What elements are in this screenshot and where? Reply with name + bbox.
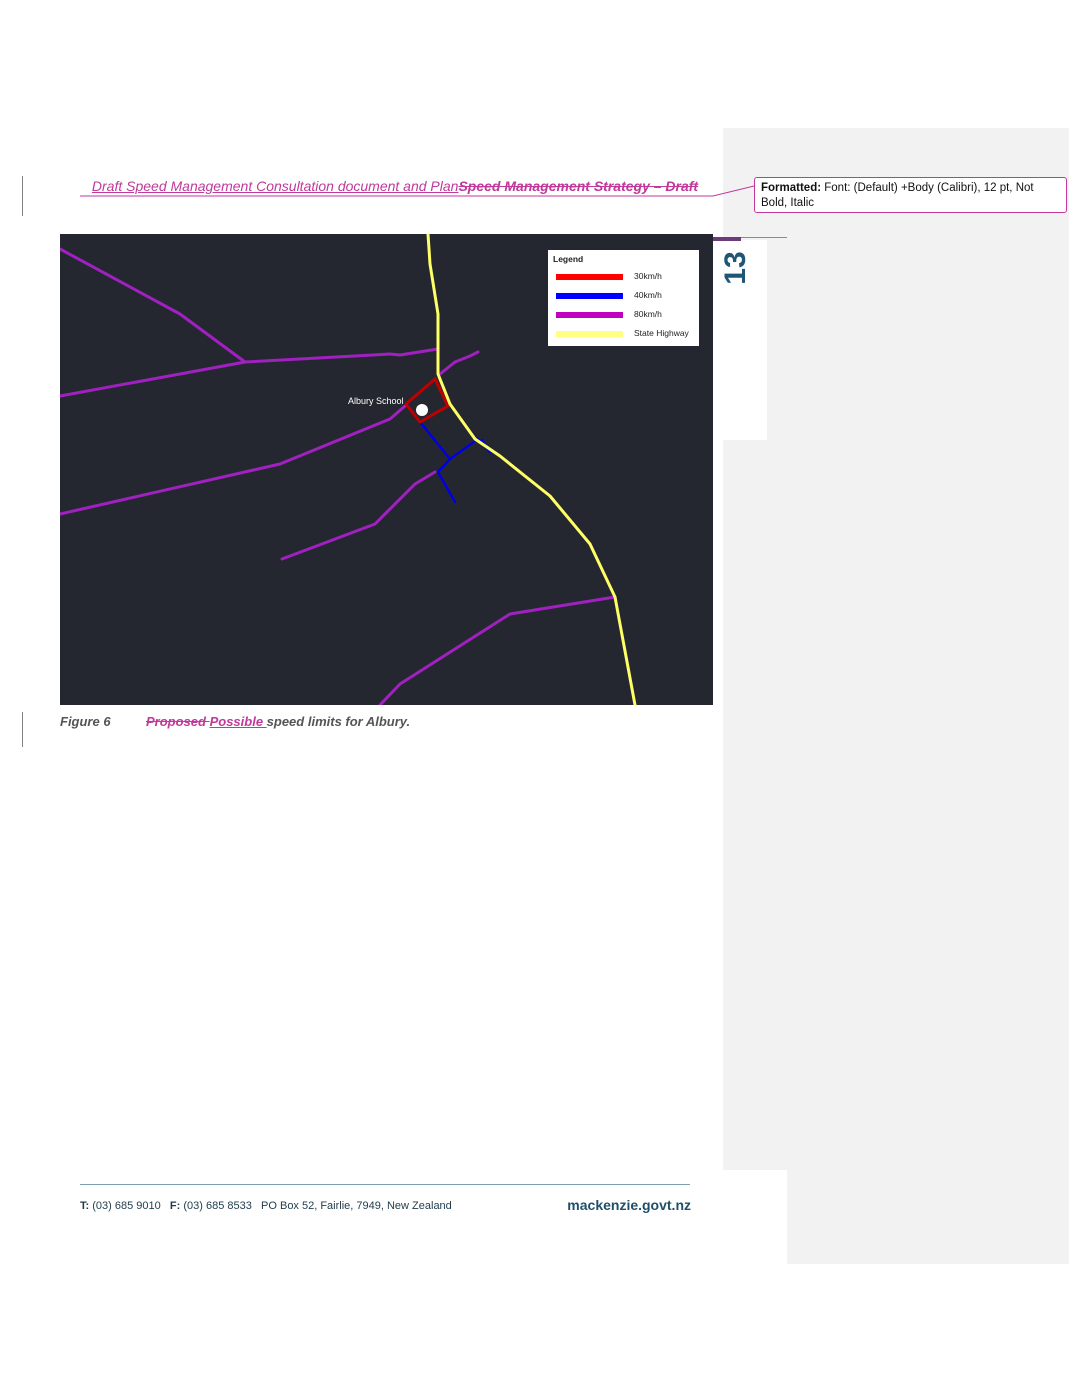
change-bar bbox=[22, 712, 23, 747]
footer-contact: T: (03) 685 9010 F: (03) 685 8533 PO Box… bbox=[80, 1200, 452, 1212]
caption-inserted-word: Possible bbox=[209, 714, 267, 729]
road-80kmh bbox=[438, 350, 480, 376]
phone-value: (03) 685 9010 bbox=[92, 1200, 161, 1212]
legend-item: 30km/h bbox=[556, 271, 696, 283]
legend-label: State Highway bbox=[634, 328, 689, 338]
map-legend: Legend 30km/h 40km/h 80km/h State Highwa… bbox=[548, 250, 699, 346]
legend-swatch-state-highway bbox=[556, 331, 623, 337]
phone-label: T: bbox=[80, 1200, 90, 1212]
caption-deleted-word: Proposed bbox=[146, 714, 210, 729]
legend-label: 80km/h bbox=[634, 309, 662, 319]
legend-swatch-80 bbox=[556, 312, 623, 318]
road-80kmh bbox=[280, 470, 437, 561]
legend-label: 40km/h bbox=[634, 290, 662, 300]
caption-text: speed limits for Albury. bbox=[266, 714, 411, 729]
page-number: 13 bbox=[719, 251, 752, 285]
road-80kmh bbox=[60, 360, 247, 398]
postal-address: PO Box 52, Fairlie, 7949, New Zealand bbox=[261, 1200, 452, 1212]
road-80kmh bbox=[60, 404, 407, 516]
header-rule bbox=[741, 237, 787, 238]
road-40kmh bbox=[448, 437, 492, 461]
page-edge bbox=[723, 1170, 787, 1264]
legend-item: State Highway bbox=[556, 328, 696, 340]
legend-swatch-30 bbox=[556, 274, 623, 280]
footer-rule bbox=[80, 1184, 690, 1185]
road-80kmh bbox=[378, 595, 617, 705]
comment-margin-pane bbox=[723, 128, 1069, 1264]
road-40kmh bbox=[418, 420, 457, 504]
figure-label: Figure 6 bbox=[60, 714, 111, 729]
fax-label: F: bbox=[169, 1200, 181, 1212]
legend-item: 40km/h bbox=[556, 290, 696, 302]
legend-swatch-40 bbox=[556, 293, 623, 299]
road-80kmh bbox=[60, 247, 440, 364]
format-comment[interactable]: Formatted: Font: (Default) +Body (Calibr… bbox=[754, 177, 1067, 213]
comment-label: Formatted: bbox=[761, 182, 822, 194]
figure-caption[interactable]: Figure 6 Proposed Possible speed limits f… bbox=[60, 714, 410, 729]
header-rule-accent bbox=[713, 237, 741, 241]
legend-label: 30km/h bbox=[634, 271, 662, 281]
albury-school-label: Albury School bbox=[348, 396, 404, 406]
school-marker bbox=[416, 404, 428, 416]
legend-item: 80km/h bbox=[556, 309, 696, 321]
fax-value: (03) 685 8533 bbox=[183, 1200, 252, 1212]
speed-limit-map: Albury School Legend 30km/h 40km/h 80km/… bbox=[60, 234, 713, 705]
legend-title: Legend bbox=[553, 254, 584, 264]
footer-brand: mackenzie.govt.nz bbox=[567, 1197, 691, 1213]
